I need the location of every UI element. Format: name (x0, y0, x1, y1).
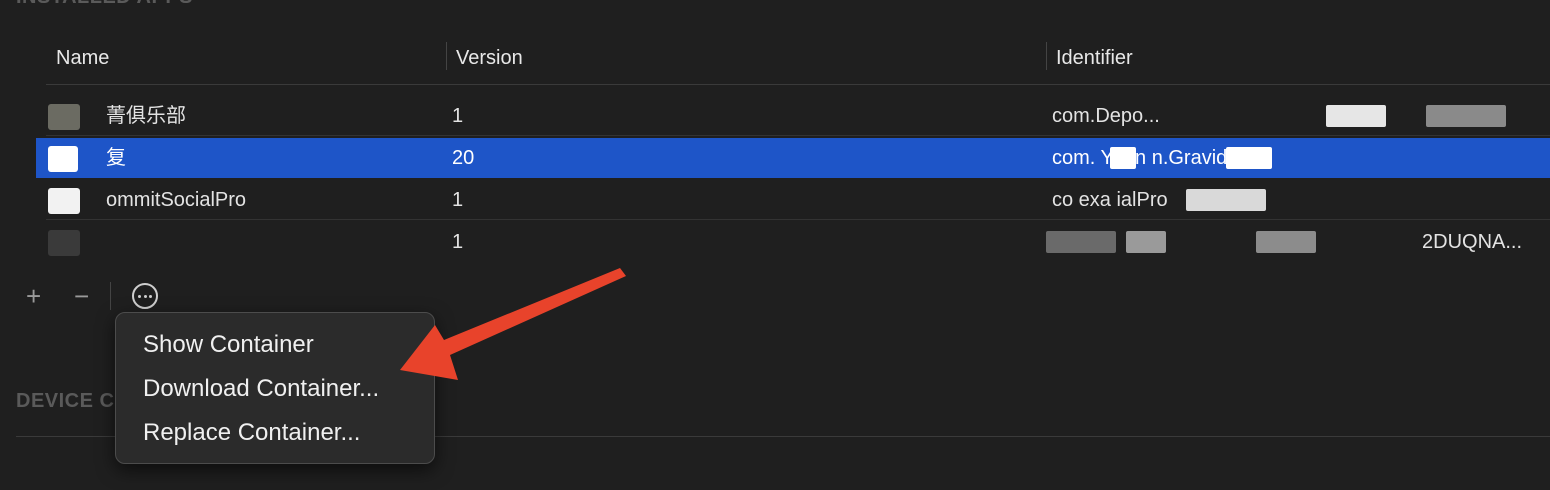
arrow-annotation (400, 268, 626, 380)
